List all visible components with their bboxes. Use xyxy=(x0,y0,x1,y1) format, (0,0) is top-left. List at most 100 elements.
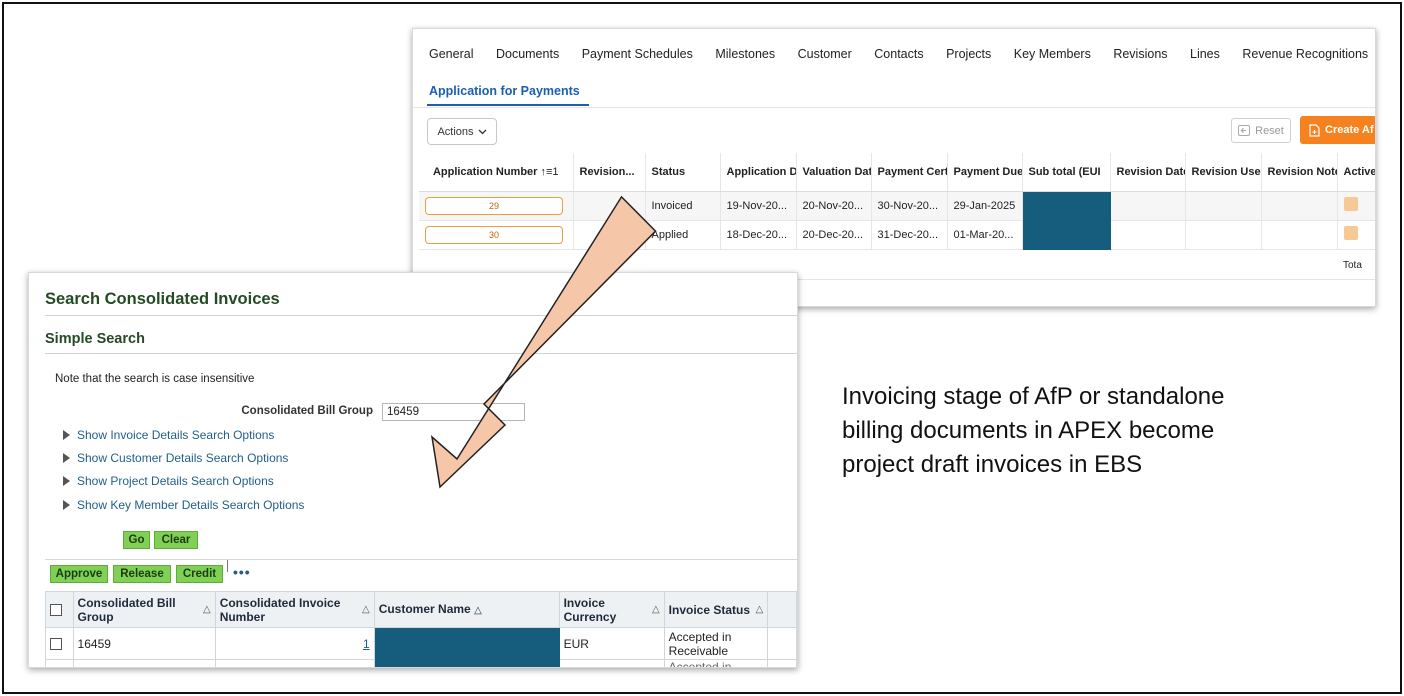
table-row[interactable]: 29 Invoiced 19-Nov-20... 20-Nov-20... 30… xyxy=(419,191,1375,221)
show-invoice-details-toggle[interactable]: Show Invoice Details Search Options xyxy=(63,428,274,442)
table-row[interactable]: Accepted in xyxy=(45,659,797,667)
select-all-cell xyxy=(45,591,74,628)
table-row[interactable]: 30 Applied 18-Dec-20... 20-Dec-20... 31-… xyxy=(419,220,1375,250)
tab-projects[interactable]: Projects xyxy=(946,47,991,61)
actions-button[interactable]: Actions xyxy=(427,118,497,145)
col-consolidated-bill-group[interactable]: Consolidated Bill Group △ xyxy=(72,591,216,628)
col-status[interactable]: Status xyxy=(645,153,721,192)
invoice-number-link[interactable]: 1 xyxy=(363,637,370,651)
show-key-member-details-toggle[interactable]: Show Key Member Details Search Options xyxy=(63,498,304,512)
revision-note-cell xyxy=(1261,220,1338,250)
application-number-link[interactable]: 30 xyxy=(425,225,563,244)
show-invoice-details-link[interactable]: Show Invoice Details Search Options xyxy=(77,428,274,442)
application-number-link[interactable]: 29 xyxy=(425,196,563,215)
redacted-subtotal xyxy=(1022,220,1111,250)
col-customer-name[interactable]: Customer Name △ xyxy=(373,591,560,628)
divider xyxy=(45,559,797,560)
release-button[interactable]: Release xyxy=(113,565,171,583)
row-checkbox[interactable] xyxy=(50,638,62,651)
show-project-details-link[interactable]: Show Project Details Search Options xyxy=(77,474,274,488)
bill-group-input[interactable]: 16459 xyxy=(382,403,525,421)
col-valuation-date[interactable]: Valuation Dat xyxy=(796,153,872,192)
invoices-table: Consolidated Bill Group △ Consolidated In… xyxy=(45,591,797,667)
tab-general[interactable]: General xyxy=(429,47,473,61)
more-actions-icon[interactable]: ••• xyxy=(233,564,251,580)
revision-cell xyxy=(573,220,646,250)
redacted-customer-name xyxy=(373,627,560,660)
col-truncated xyxy=(767,591,797,628)
tab-documents[interactable]: Documents xyxy=(496,47,559,61)
col-active[interactable]: Active xyxy=(1337,153,1375,192)
reset-label: Reset xyxy=(1255,124,1284,137)
table-header-row: Consolidated Bill Group △ Consolidated In… xyxy=(45,591,797,628)
show-key-member-details-link[interactable]: Show Key Member Details Search Options xyxy=(77,498,304,512)
sort-icon[interactable]: △ xyxy=(652,603,660,617)
chevron-down-icon xyxy=(478,129,486,134)
expand-triangle-icon xyxy=(63,430,70,440)
col-application-date[interactable]: Application D xyxy=(720,153,797,192)
sort-icon[interactable]: △ xyxy=(203,603,211,617)
status-cell: Applied xyxy=(645,220,721,250)
tab-milestones[interactable]: Milestones xyxy=(715,47,775,61)
clear-button[interactable]: Clear xyxy=(154,531,198,549)
revision-user-cell xyxy=(1185,220,1262,250)
divider xyxy=(413,107,1375,108)
col-revision-date[interactable]: Revision Date xyxy=(1110,153,1186,192)
afp-grid: Application Number ↑≡1 Revision... Statu… xyxy=(419,153,1375,250)
col-revision-user[interactable]: Revision User xyxy=(1185,153,1262,192)
col-sub-total[interactable]: Sub total (EUI xyxy=(1022,153,1111,192)
sort-icon[interactable]: △ xyxy=(362,603,370,617)
expand-triangle-icon xyxy=(63,476,70,486)
valuation-date-cell: 20-Dec-20... xyxy=(796,220,872,250)
invoice-number-cell: 1 xyxy=(214,627,375,660)
go-button[interactable]: Go xyxy=(123,531,150,549)
create-afp-button[interactable]: Create Af xyxy=(1300,116,1375,144)
redacted-customer-name xyxy=(373,659,560,667)
status-cell: Accepted in Receivable xyxy=(663,627,769,660)
tab-payment-schedules[interactable]: Payment Schedules xyxy=(582,47,693,61)
payment-due-cell: 29-Jan-2025 xyxy=(947,191,1023,221)
active-checkbox[interactable] xyxy=(1343,197,1358,211)
show-customer-details-toggle[interactable]: Show Customer Details Search Options xyxy=(63,451,288,465)
reset-button[interactable]: Reset xyxy=(1231,118,1291,143)
sort-icon[interactable]: △ xyxy=(756,603,764,617)
bill-group-cell: 16459 xyxy=(72,627,216,660)
tab-lines[interactable]: Lines xyxy=(1190,47,1220,61)
revision-note-cell xyxy=(1261,191,1338,221)
approve-button[interactable]: Approve xyxy=(50,565,108,583)
payment-cert-cell: 30-Nov-20... xyxy=(871,191,948,221)
col-invoice-status[interactable]: Invoice Status △ xyxy=(663,591,769,628)
col-consolidated-invoice-number[interactable]: Consolidated Invoice Number △ xyxy=(214,591,375,628)
application-date-cell: 18-Dec-20... xyxy=(720,220,797,250)
col-revision-note[interactable]: Revision Note xyxy=(1261,153,1338,192)
tab-contacts[interactable]: Contacts xyxy=(874,47,923,61)
table-row[interactable]: 16459 1 EUR Accepted in Receivable xyxy=(45,627,797,660)
tab-key-members[interactable]: Key Members xyxy=(1014,47,1091,61)
col-payment-cert[interactable]: Payment Cert xyxy=(871,153,948,192)
revision-cell xyxy=(573,191,646,221)
active-checkbox[interactable] xyxy=(1343,226,1358,240)
page-title: Search Consolidated Invoices xyxy=(45,290,280,308)
col-revision[interactable]: Revision... xyxy=(573,153,646,192)
col-invoice-currency[interactable]: Invoice Currency △ xyxy=(558,591,665,628)
show-customer-details-link[interactable]: Show Customer Details Search Options xyxy=(77,451,288,465)
revision-date-cell xyxy=(1110,220,1186,250)
col-payment-due[interactable]: Payment Due xyxy=(947,153,1023,192)
credit-button[interactable]: Credit xyxy=(176,565,223,583)
subtab-active-indicator xyxy=(427,104,589,106)
document-add-icon xyxy=(1309,123,1320,137)
tab-customer[interactable]: Customer xyxy=(798,47,852,61)
sort-icon[interactable]: △ xyxy=(474,605,482,616)
valuation-date-cell: 20-Nov-20... xyxy=(796,191,872,221)
expand-triangle-icon xyxy=(63,453,70,463)
tab-revenue-recognitions[interactable]: Revenue Recognitions xyxy=(1242,47,1368,61)
payment-due-cell: 01-Mar-20... xyxy=(947,220,1023,250)
col-application-number[interactable]: Application Number ↑≡1 xyxy=(419,153,574,192)
select-all-checkbox[interactable] xyxy=(50,604,62,617)
grid-header-row: Application Number ↑≡1 Revision... Statu… xyxy=(419,153,1375,192)
apex-tab-bar: General Documents Payment Schedules Mile… xyxy=(429,47,1375,61)
show-project-details-toggle[interactable]: Show Project Details Search Options xyxy=(63,474,274,488)
tab-revisions[interactable]: Revisions xyxy=(1113,47,1167,61)
subtab-application-for-payments[interactable]: Application for Payments xyxy=(429,84,580,98)
description-text: Invoicing stage of AfP or standalone bil… xyxy=(842,383,1225,478)
